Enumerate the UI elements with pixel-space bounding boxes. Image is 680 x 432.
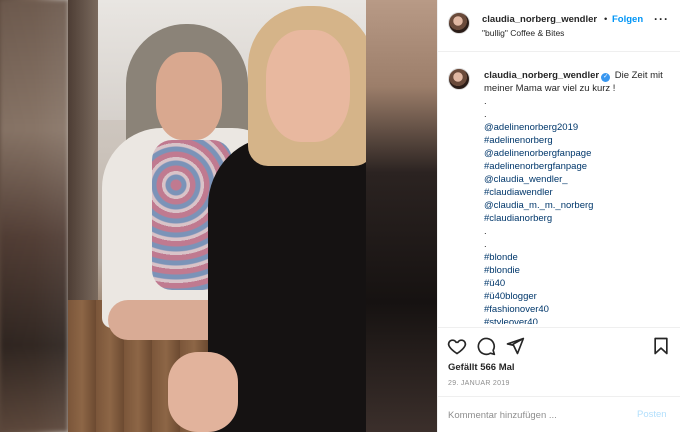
caption-tag[interactable]: #styleover40	[484, 316, 670, 324]
photo-person-left-face	[156, 52, 222, 140]
caption-tag[interactable]: @claudia_m._m._norberg	[484, 199, 670, 212]
header-separator: •	[604, 14, 608, 25]
avatar[interactable]	[448, 12, 470, 34]
caption-tag[interactable]: #claudiawendler	[484, 186, 670, 199]
photo-person-right-hand	[168, 352, 238, 432]
post-side-panel: claudia_norberg_wendler • Folgen "bullig…	[437, 0, 680, 432]
photo-blur-right	[366, 0, 437, 432]
caption-tag[interactable]: #claudianorberg	[484, 212, 670, 225]
caption-avatar[interactable]	[448, 68, 470, 90]
heart-icon[interactable]	[447, 336, 467, 356]
photo-person-right-face	[266, 30, 350, 142]
caption-tag[interactable]: @adelinenorbergfanpage	[484, 147, 670, 160]
comment-bar: Posten	[438, 396, 680, 432]
likes-count[interactable]: Gefällt 566 Mal	[448, 362, 515, 373]
caption-text: claudia_norberg_wendler ✓ Die Zeit mit me…	[484, 69, 670, 324]
more-options-icon[interactable]: ···	[654, 12, 669, 26]
comment-input[interactable]	[448, 406, 628, 424]
post-photo-area	[0, 0, 437, 432]
caption-dot: .	[484, 239, 487, 250]
caption-dot: .	[484, 96, 487, 107]
post-header: claudia_norberg_wendler • Folgen "bullig…	[438, 0, 680, 52]
comment-icon[interactable]	[476, 336, 496, 356]
caption-tag[interactable]: #ü40blogger	[484, 290, 670, 303]
caption-area: claudia_norberg_wendler ✓ Die Zeit mit me…	[438, 60, 680, 324]
caption-tag[interactable]: #fashionover40	[484, 303, 670, 316]
share-icon[interactable]	[505, 336, 525, 356]
post-comment-button[interactable]: Posten	[637, 409, 667, 420]
caption-tag[interactable]: #adelinenorberg	[484, 134, 670, 147]
caption-tag[interactable]: #ü40	[484, 277, 670, 290]
caption-username[interactable]: claudia_norberg_wendler	[484, 70, 599, 81]
verified-badge-icon: ✓	[601, 73, 611, 82]
photo-blur-left	[0, 0, 68, 432]
caption-tag[interactable]: #adelinenorbergfanpage	[484, 160, 670, 173]
post-photo[interactable]	[68, 0, 366, 432]
bookmark-icon[interactable]	[651, 336, 671, 356]
follow-button[interactable]: Folgen	[612, 14, 643, 25]
caption-tag[interactable]: @claudia_wendler_	[484, 173, 670, 186]
header-username[interactable]: claudia_norberg_wendler	[482, 14, 597, 25]
post-date: 29. JANUAR 2019	[448, 380, 510, 387]
caption-dot: .	[484, 226, 487, 237]
location-link[interactable]: "bullig" Coffee & Bites	[482, 28, 564, 38]
caption-tag[interactable]: #blonde	[484, 251, 670, 264]
caption-tag[interactable]: @adelinenorberg2019	[484, 121, 670, 134]
caption-dot: .	[484, 109, 487, 120]
caption-tag[interactable]: #blondie	[484, 264, 670, 277]
